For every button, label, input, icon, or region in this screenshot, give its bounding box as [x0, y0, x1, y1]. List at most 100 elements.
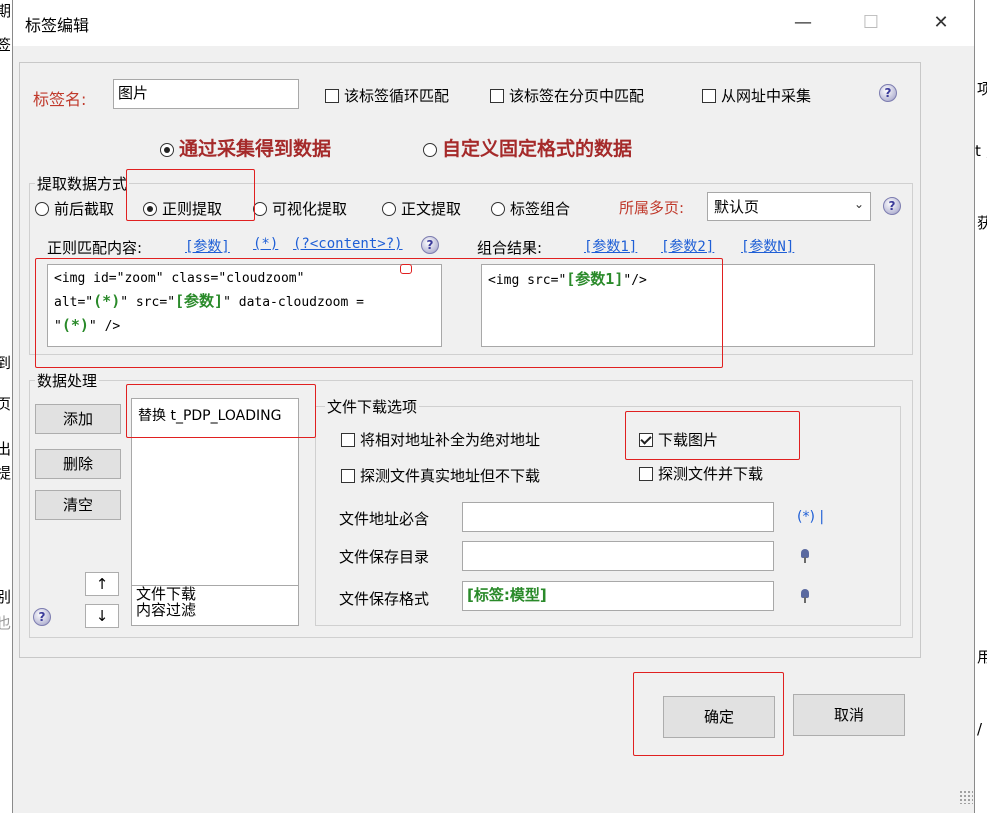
regex-insert-wildcard-link[interactable]: (*) — [253, 236, 278, 252]
highlight-cursor-mark — [400, 264, 412, 274]
absolute-url-checkbox[interactable] — [341, 433, 355, 447]
bg-fragment: t , — [975, 142, 987, 160]
method-option[interactable]: 前后截取 — [35, 198, 114, 219]
regex-label: 正则匹配内容: — [47, 239, 143, 257]
fixed-radio[interactable] — [423, 143, 437, 157]
minimize-button[interactable]: — — [780, 6, 826, 40]
background-right-strip — [975, 0, 987, 813]
pin-icon[interactable] — [801, 589, 809, 603]
page-select-value: 默认页 — [714, 198, 760, 216]
highlight-download-image — [625, 411, 800, 460]
option-label: 标签组合 — [510, 200, 571, 218]
save-dir-input[interactable] — [462, 541, 774, 571]
help-icon[interactable]: ? — [421, 236, 439, 254]
probe-no-download-checkbox[interactable] — [341, 469, 355, 483]
page-label: 所属多页: — [619, 199, 685, 217]
highlight-replace-item — [126, 384, 316, 438]
bg-fragment: 期 — [0, 2, 12, 20]
option-label: 可视化提取 — [272, 200, 348, 218]
method-radio[interactable] — [253, 202, 267, 216]
dialog-title: 标签编辑 — [25, 16, 90, 35]
from-url-checkbox[interactable] — [702, 89, 716, 103]
highlight-ok-button — [633, 672, 784, 756]
must-contain-input[interactable] — [462, 502, 774, 532]
pin-icon[interactable] — [801, 549, 809, 563]
resize-grip-icon[interactable] — [959, 790, 973, 804]
move-down-button[interactable]: ↓ — [85, 604, 119, 628]
must-contain-label: 文件地址必含 — [339, 510, 430, 528]
bg-fragment: 也 — [0, 614, 12, 632]
close-button[interactable]: ✕ — [918, 6, 964, 40]
move-up-button[interactable]: ↑ — [85, 572, 119, 596]
regex-insert-param-link[interactable]: [参数] — [185, 236, 230, 256]
bg-fragment: 项 — [977, 80, 987, 98]
option-label: 前后截取 — [54, 200, 115, 218]
source-collect-option[interactable]: 通过采集得到数据 — [160, 134, 331, 161]
method-option[interactable]: 可视化提取 — [253, 198, 347, 219]
download-option[interactable]: 探测文件并下载 — [639, 463, 763, 484]
regex-insert-content-link[interactable]: (?<content>?) — [293, 236, 403, 252]
option-label: 探测文件真实地址但不下载 — [360, 467, 541, 485]
method-option[interactable]: 正文提取 — [382, 198, 461, 219]
tag-name-input[interactable]: 图片 — [113, 79, 299, 109]
method-radio[interactable] — [382, 202, 396, 216]
option-label: 探测文件并下载 — [658, 465, 764, 483]
bg-fragment: 出 — [0, 440, 12, 458]
collect-radio[interactable] — [160, 143, 174, 157]
option-label: 自定义固定格式的数据 — [442, 138, 633, 160]
chevron-down-icon: ⌄ — [853, 197, 864, 211]
add-button[interactable]: 添加 — [35, 404, 121, 434]
save-format-label: 文件保存格式 — [339, 590, 430, 608]
help-icon[interactable]: ? — [883, 197, 901, 215]
bg-fragment: 用 — [977, 648, 987, 666]
bg-fragment: 签 — [0, 36, 12, 54]
method-radio[interactable] — [491, 202, 505, 216]
bg-fragment: 提 — [0, 464, 12, 482]
option-label: 通过采集得到数据 — [179, 138, 332, 160]
download-option[interactable]: 将相对地址补全为绝对地址 — [341, 429, 540, 450]
combine-label: 组合结果: — [477, 239, 543, 257]
help-icon[interactable]: ? — [879, 84, 897, 102]
combine-param2-link[interactable]: [参数2] — [661, 236, 714, 256]
loop-match-checkbox[interactable] — [325, 89, 339, 103]
help-icon[interactable]: ? — [33, 608, 51, 626]
list-footer-item[interactable]: 内容过滤 — [136, 602, 196, 618]
bg-fragment: 别 — [0, 588, 12, 606]
cancel-button[interactable]: 取消 — [793, 694, 905, 736]
must-contain-hint[interactable]: (*) | — [797, 509, 824, 525]
option-page-match[interactable]: 该标签在分页中匹配 — [490, 85, 644, 106]
clear-button[interactable]: 清空 — [35, 490, 121, 520]
tag-name-label: 标签名: — [33, 90, 87, 109]
extract-group-title: 提取数据方式 — [35, 173, 130, 194]
option-loop-match[interactable]: 该标签循环匹配 — [325, 85, 449, 106]
method-option[interactable]: 标签组合 — [491, 198, 570, 219]
option-label: 从网址中采集 — [721, 87, 812, 105]
method-radio[interactable] — [35, 202, 49, 216]
processing-group-title: 数据处理 — [35, 370, 100, 391]
title-bar: 标签编辑 — ☐ ✕ — [13, 0, 974, 46]
download-option[interactable]: 探测文件真实地址但不下载 — [341, 465, 540, 486]
probe-download-checkbox[interactable] — [639, 467, 653, 481]
highlight-regex-area — [35, 258, 723, 368]
combine-paramN-link[interactable]: [参数N] — [741, 236, 794, 256]
combine-param1-link[interactable]: [参数1] — [584, 236, 637, 256]
download-group-title: 文件下载选项 — [325, 396, 420, 417]
save-format-input[interactable]: [标签:模型] — [462, 581, 774, 611]
source-fixed-option[interactable]: 自定义固定格式的数据 — [423, 134, 632, 161]
bg-fragment: 页 — [0, 395, 12, 413]
bg-fragment: 到 — [0, 354, 12, 372]
option-label: 该标签在分页中匹配 — [509, 87, 645, 105]
bg-fragment: / — [977, 720, 983, 738]
page-select[interactable]: 默认页 ⌄ — [707, 192, 871, 221]
option-label: 将相对地址补全为绝对地址 — [360, 431, 541, 449]
save-dir-label: 文件保存目录 — [339, 548, 430, 566]
bg-fragment: 获 — [977, 214, 987, 232]
tag-edit-dialog: 标签编辑 — ☐ ✕ 标签名: 图片 该标签循环匹配 该标签在分页中匹配 从网址… — [12, 0, 975, 813]
maximize-button[interactable]: ☐ — [848, 6, 894, 40]
option-label: 正文提取 — [401, 200, 462, 218]
delete-button[interactable]: 删除 — [35, 449, 121, 479]
page-match-checkbox[interactable] — [490, 89, 504, 103]
option-label: 该标签循环匹配 — [344, 87, 450, 105]
list-footer-item[interactable]: 文件下载 — [136, 586, 196, 602]
option-from-url[interactable]: 从网址中采集 — [702, 85, 811, 106]
